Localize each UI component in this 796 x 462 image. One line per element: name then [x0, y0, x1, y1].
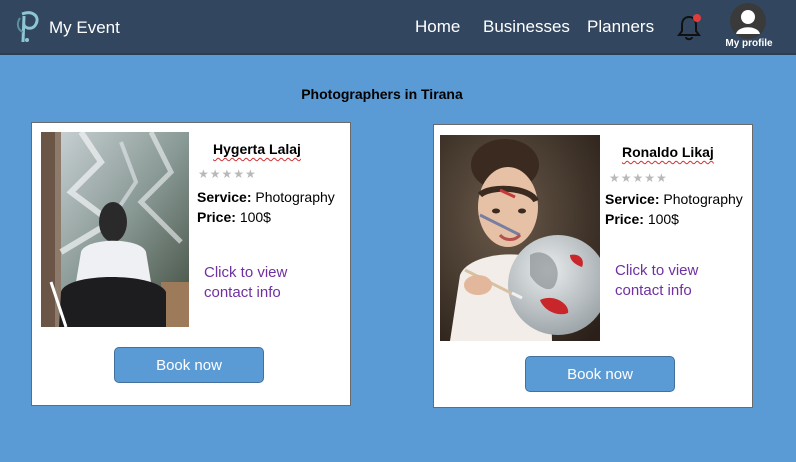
profile-label[interactable]: My profile	[722, 38, 776, 49]
app-title[interactable]: My Event	[49, 18, 120, 38]
photographer-photo	[41, 132, 189, 327]
photographer-card: Hygerta Lalaj ★★★★★ Service: Photography…	[31, 122, 351, 406]
price-label: Price:	[605, 211, 644, 227]
price-line: Price: 100$	[605, 209, 679, 229]
nav-planners-link[interactable]: Planners	[587, 17, 654, 37]
nav-businesses-link[interactable]: Businesses	[483, 17, 570, 37]
service-label: Service:	[605, 191, 660, 207]
rating-stars-icon: ★★★★★	[609, 171, 668, 185]
contact-info-link[interactable]: Click to view contact info	[204, 263, 314, 303]
contact-info-link[interactable]: Click to view contact info	[615, 261, 725, 301]
service-label: Service:	[197, 189, 252, 205]
service-value: Photography	[255, 189, 335, 205]
price-value: 100$	[239, 209, 271, 225]
logo-icon[interactable]	[14, 10, 42, 46]
rating-stars-icon: ★★★★★	[198, 167, 257, 181]
price-line: Price: 100$	[197, 207, 271, 227]
photographer-card: Ronaldo Likaj ★★★★★ Service: Photography…	[433, 124, 753, 408]
photographer-name: Ronaldo Likaj	[622, 144, 714, 160]
photographer-photo	[440, 135, 600, 341]
top-navbar: My Event Home Businesses Planners My pro…	[0, 0, 796, 55]
service-line: Service: Photography	[605, 189, 743, 209]
book-now-button[interactable]: Book now	[114, 347, 264, 383]
notification-bell-icon[interactable]	[674, 12, 704, 42]
book-now-button[interactable]: Book now	[525, 356, 675, 392]
service-line: Service: Photography	[197, 187, 335, 207]
page-title: Photographers in Tirana	[301, 86, 463, 102]
price-value: 100$	[647, 211, 679, 227]
notification-dot	[693, 14, 701, 22]
price-label: Price:	[197, 209, 236, 225]
profile-avatar-icon[interactable]	[730, 3, 766, 39]
photographer-name: Hygerta Lalaj	[213, 141, 301, 157]
service-value: Photography	[663, 191, 743, 207]
nav-home-link[interactable]: Home	[415, 17, 460, 37]
